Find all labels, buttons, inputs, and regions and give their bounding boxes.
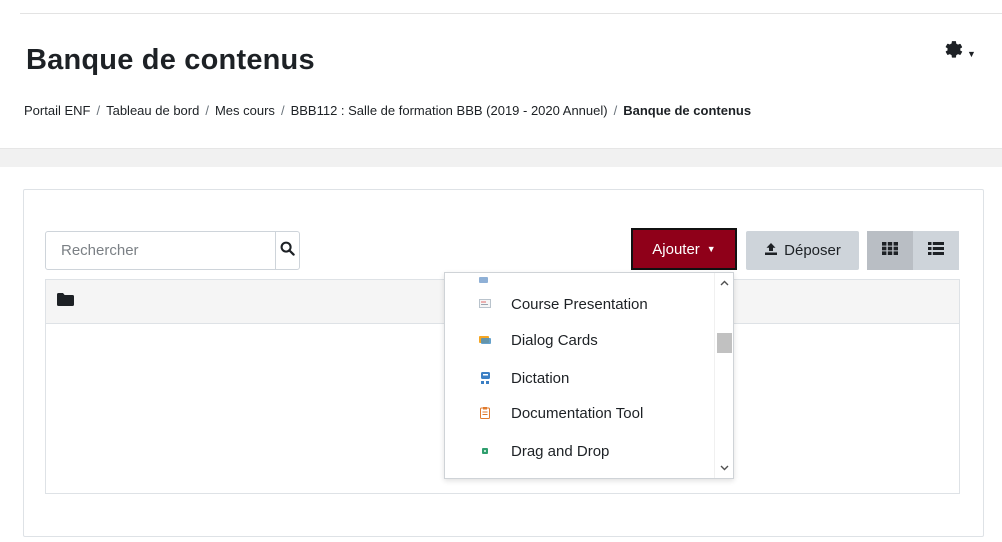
list-view-button[interactable] [913,231,959,270]
menu-item-label: Drag and Drop [511,442,610,460]
menu-item-label: Dictation [511,369,570,387]
upload-icon [764,242,778,260]
page-actions-menu[interactable]: ▼ [944,40,976,65]
menu-item-dialog-cards[interactable]: Dialog Cards [445,322,715,358]
dictation-icon [478,371,492,385]
menu-item-label: Course Presentation [511,295,648,313]
upload-button[interactable]: Déposer [746,231,859,270]
search-input[interactable] [46,232,275,269]
scroll-down-arrow-icon[interactable] [715,461,733,475]
partial-item-icon [479,273,488,283]
menu-item-documentation-tool[interactable]: Documentation Tool [445,395,715,431]
menu-item-course-presentation[interactable]: Course Presentation [445,286,715,322]
drag-and-drop-icon [478,444,492,458]
breadcrumb: Portail ENF / Tableau de bord / Mes cour… [24,103,751,118]
breadcrumb-separator: / [280,103,285,118]
add-button-label: Ajouter [652,240,700,258]
search-button[interactable] [275,232,299,269]
menu-item-dictation[interactable]: Dictation [445,360,715,396]
dropdown-scrollbar[interactable] [714,273,733,478]
search-icon [280,241,295,261]
upload-button-label: Déposer [784,242,841,259]
breadcrumb-item-mes-cours[interactable]: Mes cours [215,103,275,118]
folder-icon[interactable] [57,292,74,311]
gear-icon [944,40,964,65]
chevron-down-icon: ▼ [706,244,716,254]
grid-icon [882,241,898,260]
page-title: Banque de contenus [26,44,315,76]
search-box [45,231,300,270]
menu-item-label: Documentation Tool [511,404,644,422]
view-toggle [867,231,959,270]
scroll-up-arrow-icon[interactable] [715,276,733,290]
documentation-tool-icon [478,406,492,420]
add-content-dropdown: Course Presentation Dialog Cards Dictati… [444,272,734,479]
breadcrumb-item-portail[interactable]: Portail ENF [24,103,90,118]
dialog-cards-icon [478,333,492,347]
menu-item-drag-and-drop[interactable]: Drag and Drop [445,433,715,469]
breadcrumb-separator: / [613,103,618,118]
breadcrumb-separator: / [96,103,101,118]
breadcrumb-separator: / [205,103,209,118]
add-content-button[interactable]: Ajouter ▼ [631,228,737,270]
course-presentation-icon [478,297,492,311]
scrollbar-thumb[interactable] [717,333,732,353]
breadcrumb-item-course[interactable]: BBB112 : Salle de formation BBB (2019 - … [291,103,608,118]
breadcrumb-item-current: Banque de contenus [623,103,752,118]
grid-view-button[interactable] [867,231,913,270]
breadcrumb-item-tableau-de-bord[interactable]: Tableau de bord [106,103,199,118]
chevron-down-icon: ▼ [967,49,976,59]
section-divider-bar [0,148,1002,167]
top-divider [20,13,1002,14]
menu-item-label: Dialog Cards [511,331,598,349]
list-icon [928,241,944,260]
